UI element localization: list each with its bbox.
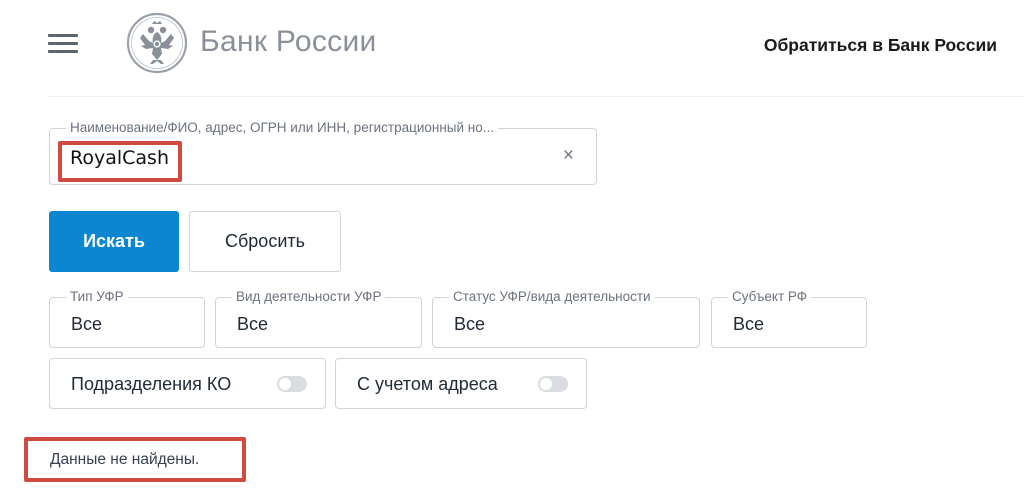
search-field-label: Наименование/ФИО, адрес, ОГРН или ИНН, р…: [66, 120, 499, 135]
filter-region[interactable]: Субъект РФ Все: [711, 289, 867, 348]
filter-activity-type[interactable]: Вид деятельности УФР Все: [215, 289, 422, 348]
filter-value: Все: [454, 314, 486, 334]
no-data-message: Данные не найдены.: [50, 451, 200, 468]
toggle-switch[interactable]: [538, 376, 568, 392]
brand-name: Банк России: [200, 25, 377, 58]
filter-status[interactable]: Статус УФР/вида деятельности Все: [432, 289, 700, 348]
bank-logo-icon[interactable]: [126, 12, 188, 74]
filter-type-ufr[interactable]: Тип УФР Все: [49, 289, 205, 348]
toggle-switch[interactable]: [277, 376, 307, 392]
filter-value: Все: [237, 314, 269, 334]
filter-label: Тип УФР: [66, 289, 128, 304]
header-divider: [48, 96, 1024, 97]
toggle-ko-branches[interactable]: Подразделения КО: [49, 358, 326, 409]
search-button[interactable]: Искать: [49, 211, 179, 272]
reset-button[interactable]: Сбросить: [189, 211, 341, 272]
toggle-label: Подразделения КО: [71, 374, 232, 394]
contact-bank-link[interactable]: Обратиться в Банк России: [764, 35, 997, 56]
filter-value: Все: [71, 314, 103, 334]
filter-label: Субъект РФ: [728, 289, 811, 304]
clear-icon[interactable]: ×: [563, 146, 574, 165]
toggle-address[interactable]: С учетом адреса: [335, 358, 587, 409]
menu-icon[interactable]: [46, 30, 80, 56]
filter-value: Все: [733, 314, 765, 334]
filter-label: Вид деятельности УФР: [232, 289, 386, 304]
filter-label: Статус УФР/вида деятельности: [449, 289, 655, 304]
search-field[interactable]: Наименование/ФИО, адрес, ОГРН или ИНН, р…: [49, 120, 597, 185]
search-input[interactable]: RoyalCash: [70, 147, 169, 169]
header: Банк России Обратиться в Банк России: [0, 0, 1024, 97]
toggle-label: С учетом адреса: [357, 374, 498, 394]
